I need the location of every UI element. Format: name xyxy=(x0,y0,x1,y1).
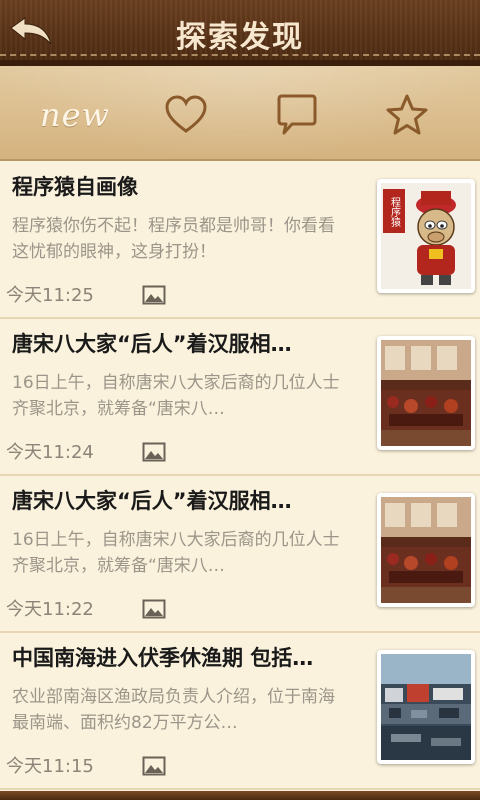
item-time: 今天11:24 xyxy=(6,442,94,463)
item-title: 唐宋八大家“后人”着汉服相… xyxy=(12,332,292,356)
monkey-illustration: 程序猿 xyxy=(383,189,456,285)
item-description: 程序猿你伤不起！程序员都是帅哥！你看看这忧郁的眼神，这身打扮！ xyxy=(12,216,335,262)
tab-starred[interactable] xyxy=(362,80,452,150)
image-icon xyxy=(142,442,166,462)
item-time: 今天11:25 xyxy=(6,285,94,306)
item-thumbnail[interactable] xyxy=(377,650,475,764)
item-thumbnail[interactable]: 程序猿 xyxy=(377,179,475,293)
tab-bar: new xyxy=(0,66,480,161)
harbor-photo xyxy=(381,654,471,760)
header-stitch xyxy=(0,54,480,56)
item-title: 唐宋八大家“后人”着汉服相… xyxy=(12,489,292,513)
thumb-label: 程序猿 xyxy=(389,197,401,228)
item-title: 中国南海进入伏季休渔期 包括… xyxy=(12,646,314,670)
image-icon xyxy=(142,756,166,776)
list-item[interactable]: 程序猿自画像 程序猿你伤不起！程序员都是帅哥！你看看这忧郁的眼神，这身打扮！ 今… xyxy=(0,161,480,319)
list-item[interactable]: 中国南海进入伏季休渔期 包括… 农业部南海区渔政局负责人介绍，位于南海最南端、面… xyxy=(0,632,480,790)
list-item[interactable]: 唐宋八大家“后人”着汉服相… 16日上午，自称唐宋八大家后裔的几位人士齐聚北京，… xyxy=(0,318,480,476)
item-time: 今天11:22 xyxy=(6,599,94,620)
item-description: 16日上午，自称唐宋八大家后裔的几位人士齐聚北京，就筹备“唐宋八… xyxy=(12,373,340,419)
star-icon xyxy=(386,94,428,135)
item-thumbnail[interactable] xyxy=(377,493,475,607)
page-title: 探索发现 xyxy=(176,20,304,55)
chat-bubble-icon xyxy=(277,94,317,135)
tab-new-label: new xyxy=(40,96,110,134)
footer-bar xyxy=(0,791,480,800)
item-thumbnail[interactable] xyxy=(377,336,475,450)
hall-photo xyxy=(381,340,471,446)
item-description: 16日上午，自称唐宋八大家后裔的几位人士齐聚北京，就筹备“唐宋八… xyxy=(12,530,340,576)
header-bar: 探索发现 xyxy=(0,0,480,66)
news-list: 程序猿自画像 程序猿你伤不起！程序员都是帅哥！你看看这忧郁的眼神，这身打扮！ 今… xyxy=(0,161,480,791)
item-title: 程序猿自画像 xyxy=(12,175,138,199)
hall-photo xyxy=(381,497,471,603)
item-time: 今天11:15 xyxy=(6,756,94,777)
tab-comments[interactable] xyxy=(252,80,342,150)
list-item[interactable]: 唐宋八大家“后人”着汉服相… 16日上午，自称唐宋八大家后裔的几位人士齐聚北京，… xyxy=(0,475,480,633)
image-icon xyxy=(142,599,166,619)
tab-new[interactable]: new xyxy=(30,80,120,150)
image-icon xyxy=(142,285,166,305)
item-description: 农业部南海区渔政局负责人介绍，位于南海最南端、面积约82万平方公… xyxy=(12,687,335,733)
tab-favorites[interactable] xyxy=(141,80,231,150)
heart-icon xyxy=(165,95,207,133)
